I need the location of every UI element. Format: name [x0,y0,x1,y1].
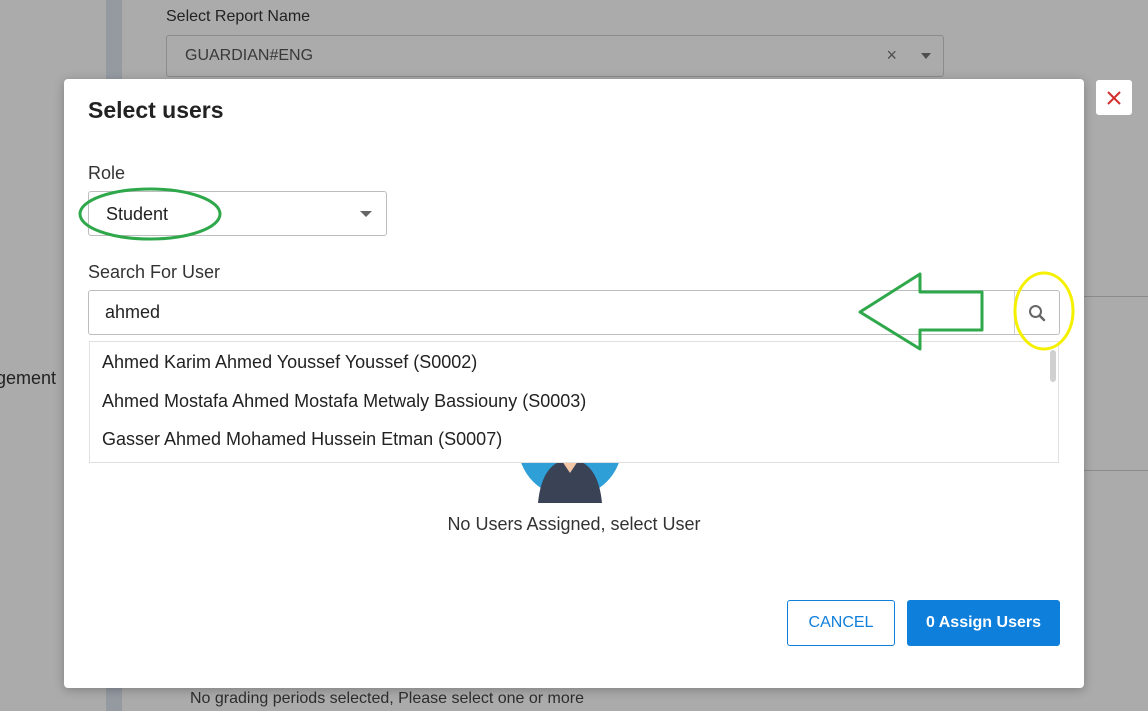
dialog-title: Select users [88,97,224,123]
empty-state-text: No Users Assigned, select User [447,514,701,534]
search-button[interactable] [1014,291,1059,334]
list-item[interactable]: Gasser Ahmed Mohamed Hussein Etman (S000… [90,420,1058,459]
close-button[interactable] [1096,80,1132,115]
list-item[interactable]: Ahmed Mostafa Ahmed Mostafa Metwaly Bass… [90,382,1058,421]
select-users-dialog: Select users Role Student Search For Use… [64,79,1084,688]
close-icon [1107,90,1121,105]
role-select[interactable]: Student [88,191,387,236]
scrollbar[interactable] [1050,350,1056,382]
cancel-button[interactable]: CANCEL [787,600,895,646]
chevron-down-icon [360,211,372,217]
role-label: Role [88,163,126,183]
assign-users-button[interactable]: 0 Assign Users [907,600,1060,646]
search-results-list: Ahmed Karim Ahmed Youssef Youssef (S0002… [89,341,1059,463]
search-input[interactable] [89,291,1009,334]
role-value: Student [106,204,169,224]
search-icon [1029,304,1046,321]
search-label: Search For User [88,262,221,282]
search-field [88,290,1060,335]
list-item[interactable]: Ahmed Karim Ahmed Youssef Youssef (S0002… [90,343,1058,382]
